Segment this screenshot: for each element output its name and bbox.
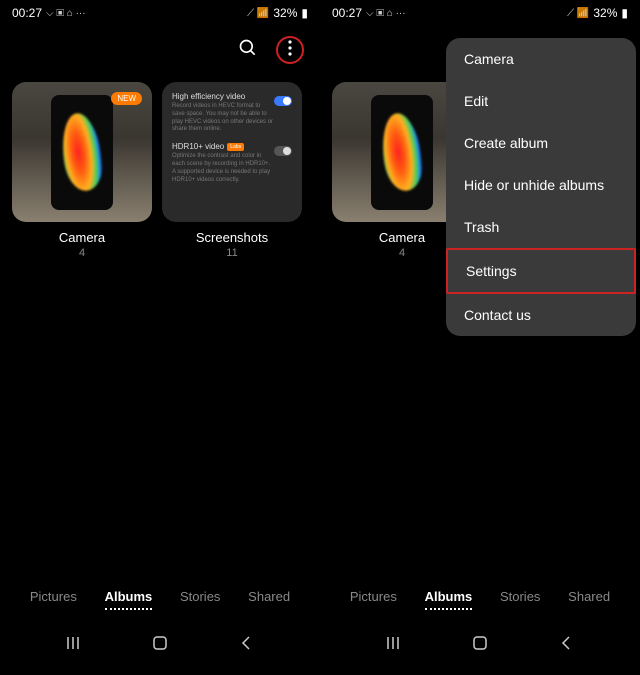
more-options-highlight [276, 36, 304, 64]
album-count: 4 [399, 247, 405, 259]
menu-hide-unhide[interactable]: Hide or unhide albums [446, 164, 636, 206]
tab-pictures[interactable]: Pictures [350, 585, 397, 610]
album-count: 4 [79, 247, 85, 259]
new-badge: NEW [111, 92, 142, 105]
menu-create-album[interactable]: Create album [446, 122, 636, 164]
status-bar: 00:27 ⌵ ▣ ⌂ ··· ⟋ 📶 32% ▮ [0, 0, 320, 26]
hdr-desc: Optimize the contrast and color in each … [172, 153, 274, 184]
album-screenshots-thumb: High efficiency video Record videos in H… [162, 82, 302, 222]
status-battery: 32% [273, 6, 297, 20]
back-icon[interactable] [238, 634, 256, 657]
status-battery: 32% [593, 6, 617, 20]
phone-image [371, 95, 433, 210]
tab-shared[interactable]: Shared [248, 585, 290, 610]
menu-settings[interactable]: Settings [446, 248, 636, 294]
album-camera-thumb: NEW [12, 82, 152, 222]
album-label: Camera [59, 230, 105, 245]
album-label: Screenshots [196, 230, 268, 245]
menu-camera[interactable]: Camera [446, 38, 636, 80]
hdr-toggle-icon [274, 146, 292, 156]
recents-icon[interactable] [384, 634, 402, 657]
menu-contact-us[interactable]: Contact us [446, 294, 636, 336]
album-count: 11 [226, 247, 237, 259]
status-time: 00:27 [332, 6, 362, 20]
flame-wallpaper [378, 111, 426, 194]
hdr-badge: Labs [227, 143, 244, 151]
hev-desc: Record videos in HEVC format to save spa… [172, 103, 274, 134]
screen-right: 00:27 ⌵ ▣ ⌂ ··· ⟋ 📶 32% ▮ Camera 4 Camer… [320, 0, 640, 675]
hev-toggle-icon [274, 96, 292, 106]
hev-title: High efficiency video [172, 92, 274, 101]
status-time: 00:27 [12, 6, 42, 20]
screen-left: 00:27 ⌵ ▣ ⌂ ··· ⟋ 📶 32% ▮ NEW Came [0, 0, 320, 675]
options-menu: Camera Edit Create album Hide or unhide … [446, 38, 636, 336]
menu-edit[interactable]: Edit [446, 80, 636, 122]
status-left-icons: ⌵ ▣ ⌂ ··· [46, 8, 86, 19]
tab-albums[interactable]: Albums [425, 585, 473, 610]
home-icon[interactable] [471, 634, 489, 657]
tab-albums[interactable]: Albums [105, 585, 153, 610]
home-icon[interactable] [151, 634, 169, 657]
battery-icon: ▮ [301, 6, 308, 20]
status-signal-icons: ⟋ 📶 [567, 8, 589, 19]
status-left-icons: ⌵ ▣ ⌂ ··· [366, 8, 406, 19]
phone-image [51, 95, 113, 210]
hdr-title: HDR10+ videoLabs [172, 142, 274, 151]
menu-trash[interactable]: Trash [446, 206, 636, 248]
battery-icon: ▮ [621, 6, 628, 20]
back-icon[interactable] [558, 634, 576, 657]
status-bar: 00:27 ⌵ ▣ ⌂ ··· ⟋ 📶 32% ▮ [320, 0, 640, 26]
bottom-tabs: Pictures Albums Stories Shared [320, 575, 640, 620]
albums-grid: NEW Camera 4 High efficiency video Recor… [0, 74, 320, 267]
tab-shared[interactable]: Shared [568, 585, 610, 610]
tab-stories[interactable]: Stories [500, 585, 540, 610]
nav-bar [0, 620, 320, 675]
bottom-tabs: Pictures Albums Stories Shared [0, 575, 320, 620]
search-icon[interactable] [238, 38, 258, 63]
top-actions [0, 26, 320, 74]
tab-pictures[interactable]: Pictures [30, 585, 77, 610]
recents-icon[interactable] [64, 634, 82, 657]
tab-stories[interactable]: Stories [180, 585, 220, 610]
flame-wallpaper [58, 111, 106, 194]
nav-bar [320, 620, 640, 675]
album-camera[interactable]: NEW Camera 4 [12, 82, 152, 259]
album-screenshots[interactable]: High efficiency video Record videos in H… [162, 82, 302, 259]
more-options-icon[interactable] [288, 40, 292, 61]
album-label: Camera [379, 230, 425, 245]
status-signal-icons: ⟋ 📶 [247, 8, 269, 19]
